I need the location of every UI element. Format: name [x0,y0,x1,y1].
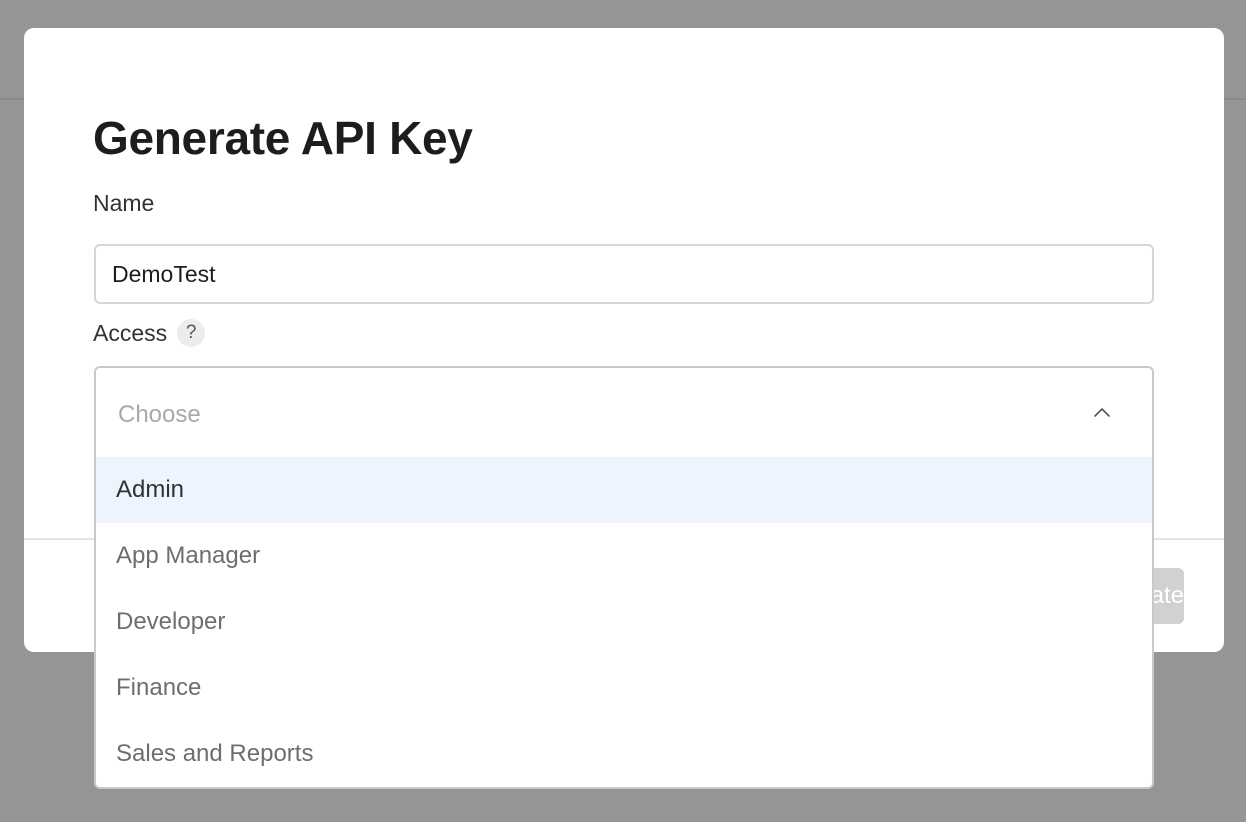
dialog-title: Generate API Key [93,112,473,164]
name-input[interactable] [94,244,1154,304]
help-icon[interactable]: ? [177,319,206,347]
option-sales-and-reports[interactable]: Sales and Reports [96,721,1152,787]
option-developer[interactable]: Developer [96,589,1152,655]
name-label: Name [93,190,155,216]
access-label-row: Access ? [93,319,206,347]
option-finance[interactable]: Finance [96,655,1152,721]
chevron-up-icon [1094,408,1110,417]
option-app-manager[interactable]: App Manager [96,523,1152,589]
access-select[interactable]: Choose [94,366,1154,458]
option-admin[interactable]: Admin [96,457,1152,523]
access-select-placeholder: Choose [118,401,201,428]
access-options-list: Admin App Manager Developer Finance Sale… [94,457,1154,789]
access-label: Access [93,320,168,346]
